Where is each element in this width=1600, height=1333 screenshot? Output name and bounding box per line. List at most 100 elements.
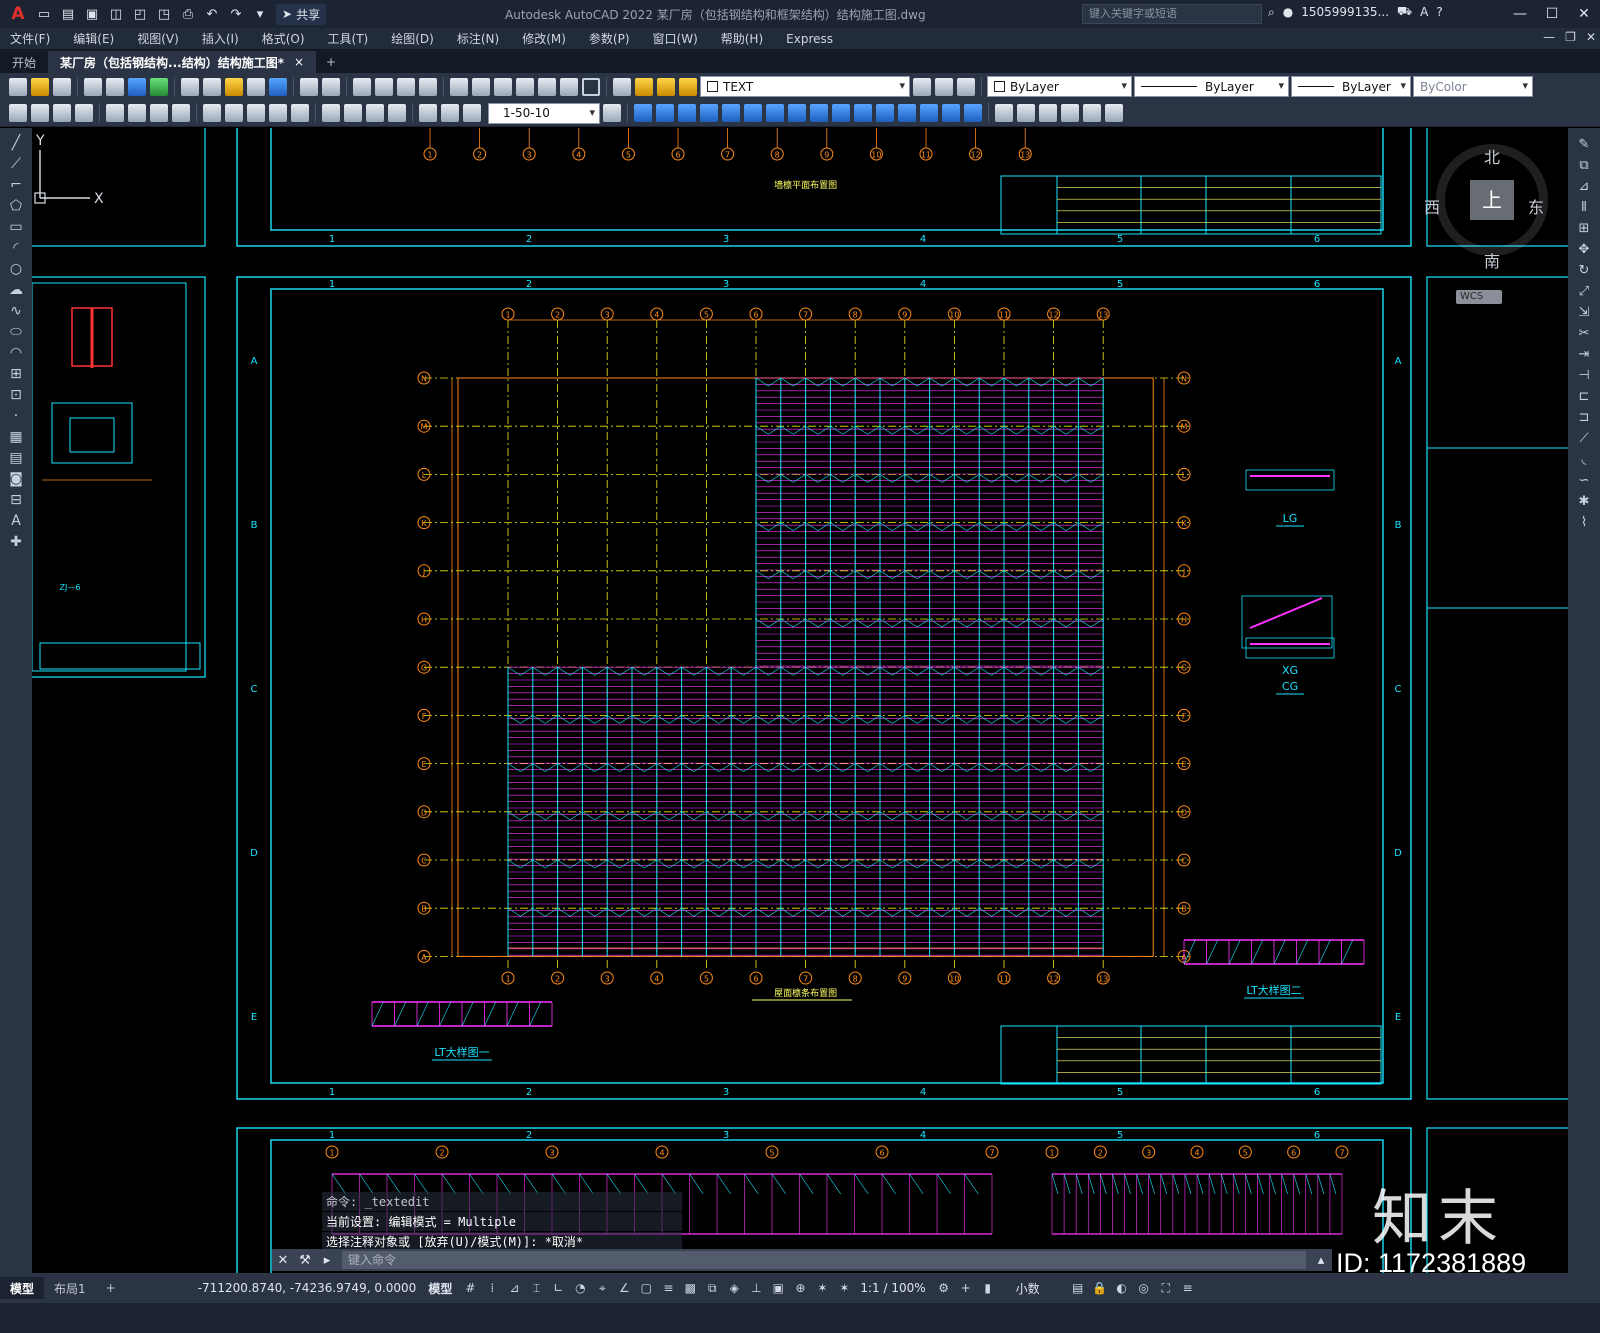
selection-cycling-icon[interactable]: ⧉ <box>704 1280 720 1296</box>
dim-edit-icon[interactable] <box>419 104 437 122</box>
rotate-icon[interactable]: ↻ <box>1575 262 1593 280</box>
doc-restore-button[interactable]: ❐ <box>1565 30 1576 44</box>
new-tab-button[interactable]: + <box>316 51 346 73</box>
make-current-layer-icon[interactable] <box>913 77 931 96</box>
circle-icon[interactable]: ○ <box>7 260 25 278</box>
fillet-icon[interactable] <box>942 104 960 122</box>
array-icon[interactable]: ⊞ <box>1575 220 1593 238</box>
doc-close-button[interactable]: ✕ <box>1586 30 1596 44</box>
copy-object-icon[interactable] <box>656 104 674 122</box>
arc-icon[interactable]: ◜ <box>7 239 25 257</box>
menu-dimension[interactable]: 标注(N) <box>457 30 499 47</box>
trim-icon[interactable] <box>832 104 850 122</box>
3d-print-icon[interactable] <box>150 77 168 96</box>
break-at-point-icon[interactable]: ⊣ <box>1575 367 1593 385</box>
line-icon[interactable]: ╱ <box>7 134 25 152</box>
menu-window[interactable]: 窗口(W) <box>653 30 698 47</box>
calculator-icon[interactable] <box>560 77 578 96</box>
grid-icon[interactable]: # <box>462 1280 478 1296</box>
customize-arrow-icon[interactable]: ▾ <box>249 3 271 25</box>
arc-length-icon[interactable] <box>53 104 71 122</box>
polar-icon[interactable]: ◔ <box>572 1280 588 1296</box>
compass-west[interactable]: 西 <box>1424 194 1440 218</box>
aligned-dim-icon[interactable] <box>31 104 49 122</box>
draworder-back-icon[interactable] <box>1017 104 1035 122</box>
color-dropdown[interactable]: ByLayer <box>987 76 1132 97</box>
rectangle-icon[interactable]: ▭ <box>7 218 25 236</box>
plotstyle-dropdown[interactable]: ByColor <box>1413 76 1533 97</box>
quick-properties-icon[interactable]: ▤ <box>1070 1280 1086 1296</box>
zoom-realtime-icon[interactable] <box>375 77 393 96</box>
match-properties-icon[interactable] <box>247 77 265 96</box>
tab-start[interactable]: 开始 <box>0 51 48 73</box>
customization-icon[interactable]: ≡ <box>1180 1280 1196 1296</box>
dimstyle-dropdown[interactable]: 1-50-10 <box>488 102 600 124</box>
cart-icon[interactable]: ⛟ <box>1397 4 1412 20</box>
command-input[interactable]: 键入命令 <box>342 1251 1306 1269</box>
annotation-visibility-icon[interactable]: ✶ <box>814 1280 830 1296</box>
edit-polyline-icon[interactable]: ⌇ <box>1575 514 1593 532</box>
make-block-icon[interactable]: ⊡ <box>7 386 25 404</box>
undo-icon[interactable]: ↶ <box>201 3 223 25</box>
menu-tools[interactable]: 工具(T) <box>328 30 369 47</box>
zoom-previous-icon[interactable] <box>419 77 437 96</box>
close-command-line-icon[interactable]: ✕ <box>272 1253 294 1268</box>
paste-icon[interactable] <box>225 77 243 96</box>
help-icon[interactable]: ? <box>1436 5 1442 19</box>
user-account[interactable]: 1505999135... <box>1301 5 1389 19</box>
isometric-icon[interactable]: ⌖ <box>594 1280 610 1296</box>
baseline-dim-icon[interactable] <box>225 104 243 122</box>
customize-command-icon[interactable]: ⚒ <box>294 1253 316 1268</box>
publish-icon[interactable] <box>128 77 146 96</box>
point-icon[interactable]: · <box>7 407 25 425</box>
quick-dim-icon[interactable] <box>203 104 221 122</box>
dynamic-ucs-icon[interactable]: ⊥ <box>748 1280 764 1296</box>
jogged-linear-icon[interactable] <box>388 104 406 122</box>
menu-express[interactable]: Express <box>786 32 833 46</box>
join-icon[interactable] <box>898 104 916 122</box>
menu-help[interactable]: 帮助(H) <box>721 30 763 47</box>
object-snap-tracking-icon[interactable]: ∠ <box>616 1280 632 1296</box>
lineweight-icon[interactable]: ≡ <box>660 1280 676 1296</box>
dynamic-input-icon[interactable]: ⌶ <box>528 1280 544 1296</box>
break-icon[interactable]: ⊏ <box>1575 388 1593 406</box>
erase-icon[interactable]: ✎ <box>1575 136 1593 154</box>
trim-icon[interactable]: ✂ <box>1575 325 1593 343</box>
stretch-icon[interactable]: ⇲ <box>1575 304 1593 322</box>
redo-icon[interactable]: ↷ <box>225 3 247 25</box>
save-as-icon[interactable]: ◫ <box>105 3 127 25</box>
autocad-logo-icon[interactable]: A <box>6 2 30 26</box>
auto-scale-icon[interactable]: ✶ <box>836 1280 852 1296</box>
jogged-dim-icon[interactable] <box>128 104 146 122</box>
qnew-icon[interactable] <box>9 77 27 96</box>
save-icon[interactable] <box>53 77 71 96</box>
units-readout[interactable]: 小数 <box>1016 1280 1040 1297</box>
drawing-canvas[interactable]: 111122223333444455556666AABBCCDDEE112233… <box>32 128 1568 1273</box>
add-layout-button[interactable]: + <box>96 1277 126 1299</box>
explode-icon[interactable] <box>964 104 982 122</box>
zoom-window-icon[interactable] <box>397 77 415 96</box>
recent-commands-icon[interactable]: ▸ <box>316 1253 338 1268</box>
offset-icon[interactable]: ⫴ <box>1575 199 1593 217</box>
draworder-below-icon[interactable] <box>1061 104 1079 122</box>
revcloud-icon[interactable]: ☁ <box>7 281 25 299</box>
annotation-scale[interactable]: 1:1 / 100% <box>860 1281 925 1295</box>
plot-icon[interactable]: ⎙ <box>177 3 199 25</box>
lineweight-dropdown[interactable]: ByLayer <box>1291 76 1411 97</box>
break-icon[interactable] <box>876 104 894 122</box>
object-snap-icon[interactable]: ▢ <box>638 1280 654 1296</box>
layer-previous-icon[interactable] <box>935 77 953 96</box>
linetype-dropdown[interactable]: ByLayer <box>1134 76 1289 97</box>
pan-icon[interactable] <box>353 77 371 96</box>
dim-space-icon[interactable] <box>269 104 287 122</box>
help-icon[interactable] <box>582 77 600 96</box>
dim-break-icon[interactable] <box>291 104 309 122</box>
sheet-set-icon[interactable] <box>516 77 534 96</box>
snap-icon[interactable]: ⁞ <box>484 1280 500 1296</box>
menu-file[interactable]: 文件(F) <box>10 30 50 47</box>
add-selected-icon[interactable]: ✚ <box>7 533 25 551</box>
maximize-button[interactable]: ☐ <box>1536 0 1568 28</box>
scale-icon[interactable] <box>788 104 806 122</box>
compass-north[interactable]: 北 <box>1484 144 1500 168</box>
spline-icon[interactable]: ∿ <box>7 302 25 320</box>
